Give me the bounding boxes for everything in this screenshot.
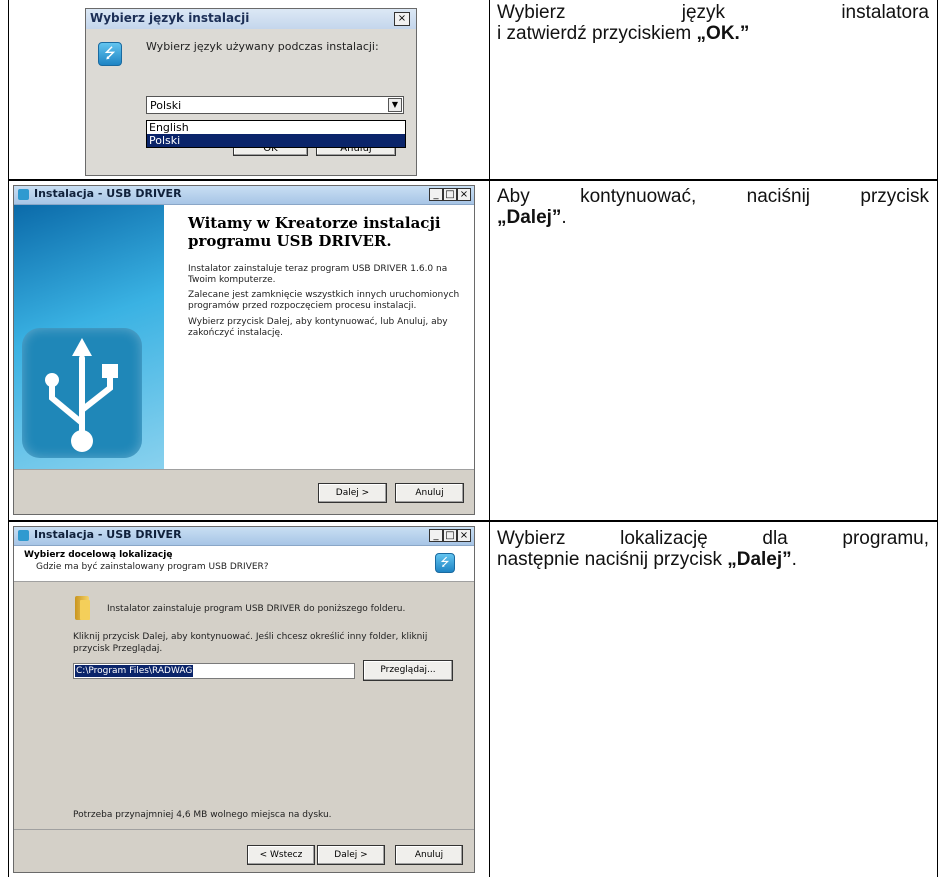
welcome-content: Witamy w Kreatorze instalacji programu U… — [164, 205, 474, 469]
maximize-icon: □ — [445, 189, 455, 200]
welcome-paragraph-2: Zalecane jest zamknięcie wszystkich inny… — [188, 290, 460, 311]
close-button[interactable]: × — [394, 12, 410, 26]
close-icon: × — [397, 13, 407, 24]
table-row-divider-1 — [8, 179, 938, 181]
minimize-icon: _ — [433, 530, 439, 541]
install-hint: Kliknij przycisk Dalej, aby kontynuować.… — [73, 632, 428, 654]
welcome-paragraph-3: Wybierz przycisk Dalej, aby kontynuować,… — [188, 317, 448, 338]
instruction-line: Wybierz lokalizację dla programu, — [497, 528, 929, 549]
instruction-text: i zatwierdź przyciskiem — [497, 23, 697, 44]
close-button[interactable]: × — [457, 529, 471, 542]
app-icon — [18, 530, 29, 541]
usb-icon: ⭍ — [98, 42, 122, 66]
instruction-text: . — [561, 207, 567, 228]
install-path-input[interactable]: C:\Program Files\RADWAG — [73, 663, 355, 679]
installer-welcome-window: Instalacja - USB DRIVER _ □ × Witamy w K… — [13, 185, 475, 515]
welcome-paragraph-1: Instalator zainstaluje teraz program USB… — [188, 264, 448, 285]
dialog-titlebar: Wybierz język instalacji × — [86, 9, 416, 29]
close-button[interactable]: × — [457, 188, 471, 201]
dialog-title: Wybierz język instalacji — [90, 11, 250, 25]
minimize-button[interactable]: _ — [429, 188, 443, 201]
document-table: Wybierz język instalacji × ⭍ Wybierz jęz… — [0, 0, 938, 877]
next-button[interactable]: Dalej > — [317, 845, 385, 865]
window-controls: _ □ × — [429, 529, 471, 542]
wizard-header-title: Wybierz docelową lokalizację — [24, 550, 173, 560]
instruction-line: Aby kontynuować, naciśnij przycisk — [497, 186, 929, 207]
window-titlebar: Instalacja - USB DRIVER _ □ × — [14, 527, 474, 546]
back-button-label: < Wstecz — [259, 850, 303, 860]
instruction-row2: Aby kontynuować, naciśnij przycisk „Dale… — [497, 186, 929, 228]
minimize-icon: _ — [433, 189, 439, 200]
usb-icon: ⭍ — [435, 553, 455, 573]
instruction-row3: Wybierz lokalizację dla programu, następ… — [497, 528, 929, 570]
cancel-button-label: Anuluj — [415, 488, 444, 498]
table-row-divider-2 — [8, 520, 938, 522]
language-select-value: Polski — [150, 99, 182, 112]
instruction-emphasis: „OK.” — [696, 23, 750, 44]
close-icon: × — [459, 530, 469, 541]
language-dropdown-list: English Polski — [146, 120, 406, 148]
window-title: Instalacja - USB DRIVER — [34, 528, 182, 541]
instruction-emphasis: „Dalej” — [727, 549, 792, 570]
close-icon: × — [459, 189, 469, 200]
dropdown-arrow-button[interactable]: ▼ — [388, 98, 402, 112]
next-button-label: Dalej > — [334, 850, 368, 860]
browse-button[interactable]: Przeglądaj... — [363, 660, 453, 681]
app-icon — [18, 189, 29, 200]
instruction-line: następnie naciśnij przycisk „Dalej”. — [497, 549, 929, 570]
cancel-button[interactable]: Anuluj — [395, 845, 463, 865]
footer-divider — [14, 469, 474, 470]
instruction-row1: Wybierz język instalatora i zatwierdź pr… — [497, 2, 929, 44]
installer-location-window: Instalacja - USB DRIVER _ □ × Wybierz do… — [13, 526, 475, 873]
instruction-text: . — [791, 549, 797, 570]
cancel-button[interactable]: Anuluj — [395, 483, 464, 503]
chevron-down-icon: ▼ — [391, 100, 399, 109]
cancel-button-label: Anuluj — [414, 850, 444, 860]
instruction-text: następnie naciśnij przycisk — [497, 549, 728, 570]
window-title: Instalacja - USB DRIVER — [34, 187, 182, 200]
window-titlebar: Instalacja - USB DRIVER _ □ × — [14, 186, 474, 205]
language-select[interactable]: Polski ▼ — [146, 96, 404, 114]
instruction-emphasis: „Dalej” — [497, 207, 562, 228]
minimize-button[interactable]: _ — [429, 529, 443, 542]
maximize-button[interactable]: □ — [443, 529, 457, 542]
next-button-label: Dalej > — [335, 488, 370, 498]
browse-button-label: Przeglądaj... — [380, 665, 436, 675]
welcome-banner — [14, 205, 164, 469]
maximize-button[interactable]: □ — [443, 188, 457, 201]
welcome-heading: Witamy w Kreatorze instalacji programu U… — [188, 214, 441, 250]
folder-icon — [73, 596, 91, 620]
instruction-line: „Dalej”. — [497, 207, 929, 228]
usb-symbol-icon — [45, 338, 118, 452]
next-button[interactable]: Dalej > — [318, 483, 387, 503]
disk-space-note: Potrzeba przynajmniej 4,6 MB wolnego mie… — [73, 810, 332, 820]
window-controls: _ □ × — [429, 188, 471, 201]
language-option-english[interactable]: English — [147, 121, 405, 134]
maximize-icon: □ — [445, 530, 455, 541]
table-column-divider — [489, 0, 490, 877]
language-option-polski[interactable]: Polski — [147, 134, 405, 147]
back-button[interactable]: < Wstecz — [247, 845, 315, 865]
footer-divider — [14, 829, 474, 830]
install-path-value: C:\Program Files\RADWAG — [75, 665, 194, 677]
table-border-left — [8, 0, 9, 877]
instruction-line: i zatwierdź przyciskiem „OK.” — [497, 23, 929, 44]
install-info: Instalator zainstaluje program USB DRIVE… — [107, 604, 406, 614]
dialog-prompt: Wybierz język używany podczas instalacji… — [146, 40, 379, 53]
usb-logo — [22, 328, 142, 458]
wizard-header: Wybierz docelową lokalizację Gdzie ma by… — [14, 546, 474, 582]
language-dialog: Wybierz język instalacji × ⭍ Wybierz jęz… — [85, 8, 417, 176]
instruction-line: Wybierz język instalatora — [497, 2, 929, 23]
wizard-header-subtitle: Gdzie ma być zainstalowany program USB D… — [36, 562, 269, 572]
